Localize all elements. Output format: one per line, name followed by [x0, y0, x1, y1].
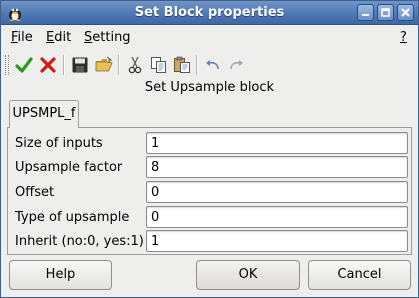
close-icon: [401, 8, 410, 17]
copy-icon: [151, 57, 166, 73]
toolbar-separator: [196, 55, 198, 75]
redo-toolbar-button[interactable]: [225, 54, 247, 76]
maximize-button[interactable]: [377, 4, 394, 21]
save-icon: [72, 57, 88, 73]
menu-setting[interactable]: Setting: [84, 30, 131, 45]
inherit-field[interactable]: [146, 230, 408, 252]
type-of-upsample-field[interactable]: [146, 206, 408, 228]
menu-edit[interactable]: Edit: [46, 30, 71, 45]
maximize-icon: [381, 8, 390, 17]
size-of-inputs-field[interactable]: [146, 132, 408, 154]
copy-toolbar-button[interactable]: [148, 54, 170, 76]
offset-field[interactable]: [146, 181, 408, 203]
redo-icon: [230, 60, 243, 70]
tab-bar: UPSMPL_f: [7, 100, 412, 128]
dialog-window: Set Block properties File Edit Setting ?: [0, 0, 419, 298]
parameters-panel: Size of inputs Upsample factor Offset Ty…: [7, 127, 412, 255]
tab-upsmpl-f[interactable]: UPSMPL_f: [9, 100, 79, 128]
cancel-toolbar-button[interactable]: [37, 54, 59, 76]
menu-file-label: ile: [17, 30, 33, 45]
paste-toolbar-button[interactable]: [171, 54, 193, 76]
cut-icon: [128, 56, 142, 74]
field-label-size-of-inputs: Size of inputs: [15, 136, 103, 151]
menu-edit-mnemonic: E: [46, 30, 55, 45]
menu-bar: File Edit Setting ?: [1, 25, 418, 50]
toolbar-grip[interactable]: [5, 55, 9, 75]
menu-edit-label: dit: [54, 30, 72, 45]
open-folder-icon: [95, 56, 113, 72]
open-toolbar-button[interactable]: [93, 54, 115, 76]
minimize-button[interactable]: [357, 4, 374, 21]
undo-icon: [206, 60, 219, 70]
field-label-offset: Offset: [15, 185, 55, 200]
title-bar[interactable]: Set Block properties: [1, 1, 418, 25]
ok-button[interactable]: OK: [196, 260, 300, 290]
minimize-icon: [362, 14, 369, 16]
toolbar-separator: [118, 55, 120, 75]
undo-toolbar-button[interactable]: [202, 54, 224, 76]
cut-toolbar-button[interactable]: [124, 54, 146, 76]
menu-help[interactable]: ?: [400, 30, 407, 45]
help-button[interactable]: Help: [9, 260, 112, 290]
menu-setting-label: etting: [92, 30, 131, 45]
field-label-inherit: Inherit (no:0, yes:1): [15, 234, 144, 249]
upsample-factor-field[interactable]: [146, 156, 408, 178]
close-button[interactable]: [397, 4, 414, 21]
cancel-button[interactable]: Cancel: [308, 260, 411, 290]
ok-toolbar-button[interactable]: [13, 54, 35, 76]
field-label-type-of-upsample: Type of upsample: [15, 210, 130, 225]
toolbar-separator: [63, 55, 65, 75]
menu-file[interactable]: File: [11, 30, 33, 45]
paste-icon: [174, 56, 190, 73]
save-toolbar-button[interactable]: [69, 54, 91, 76]
checkmark-icon: [15, 57, 33, 73]
toolbar: [3, 50, 416, 80]
field-label-upsample-factor: Upsample factor: [15, 160, 123, 175]
cross-icon: [40, 57, 56, 73]
window-title: Set Block properties: [134, 5, 285, 20]
block-header-label: Set Upsample block: [144, 80, 275, 95]
